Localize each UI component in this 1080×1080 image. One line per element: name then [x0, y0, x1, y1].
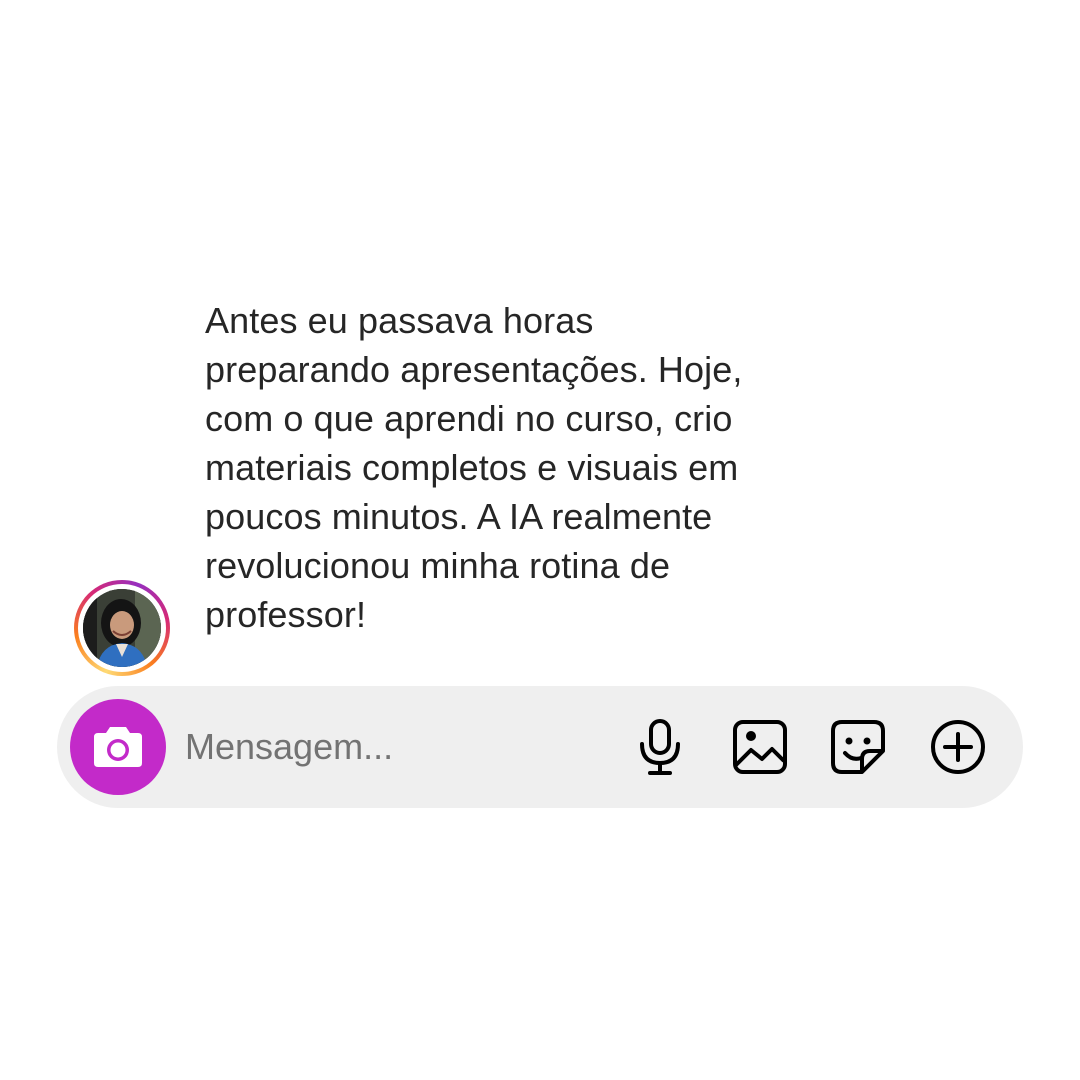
microphone-icon [640, 719, 680, 775]
sticker-button[interactable] [828, 717, 888, 777]
sender-avatar[interactable] [74, 580, 170, 676]
message-input[interactable] [185, 716, 605, 778]
avatar-photo [83, 589, 161, 667]
sticker-icon [831, 720, 885, 774]
gallery-icon [733, 720, 787, 774]
camera-button[interactable] [70, 699, 166, 795]
message-composer [57, 686, 1023, 808]
camera-icon [94, 727, 142, 767]
plus-circle-icon [931, 720, 985, 774]
gallery-button[interactable] [730, 717, 790, 777]
more-options-button[interactable] [928, 717, 988, 777]
voice-message-button[interactable] [630, 717, 690, 777]
message-text: Antes eu passava horas preparando aprese… [205, 300, 743, 635]
chat-screen: Antes eu passava horas preparando aprese… [0, 0, 1080, 1080]
